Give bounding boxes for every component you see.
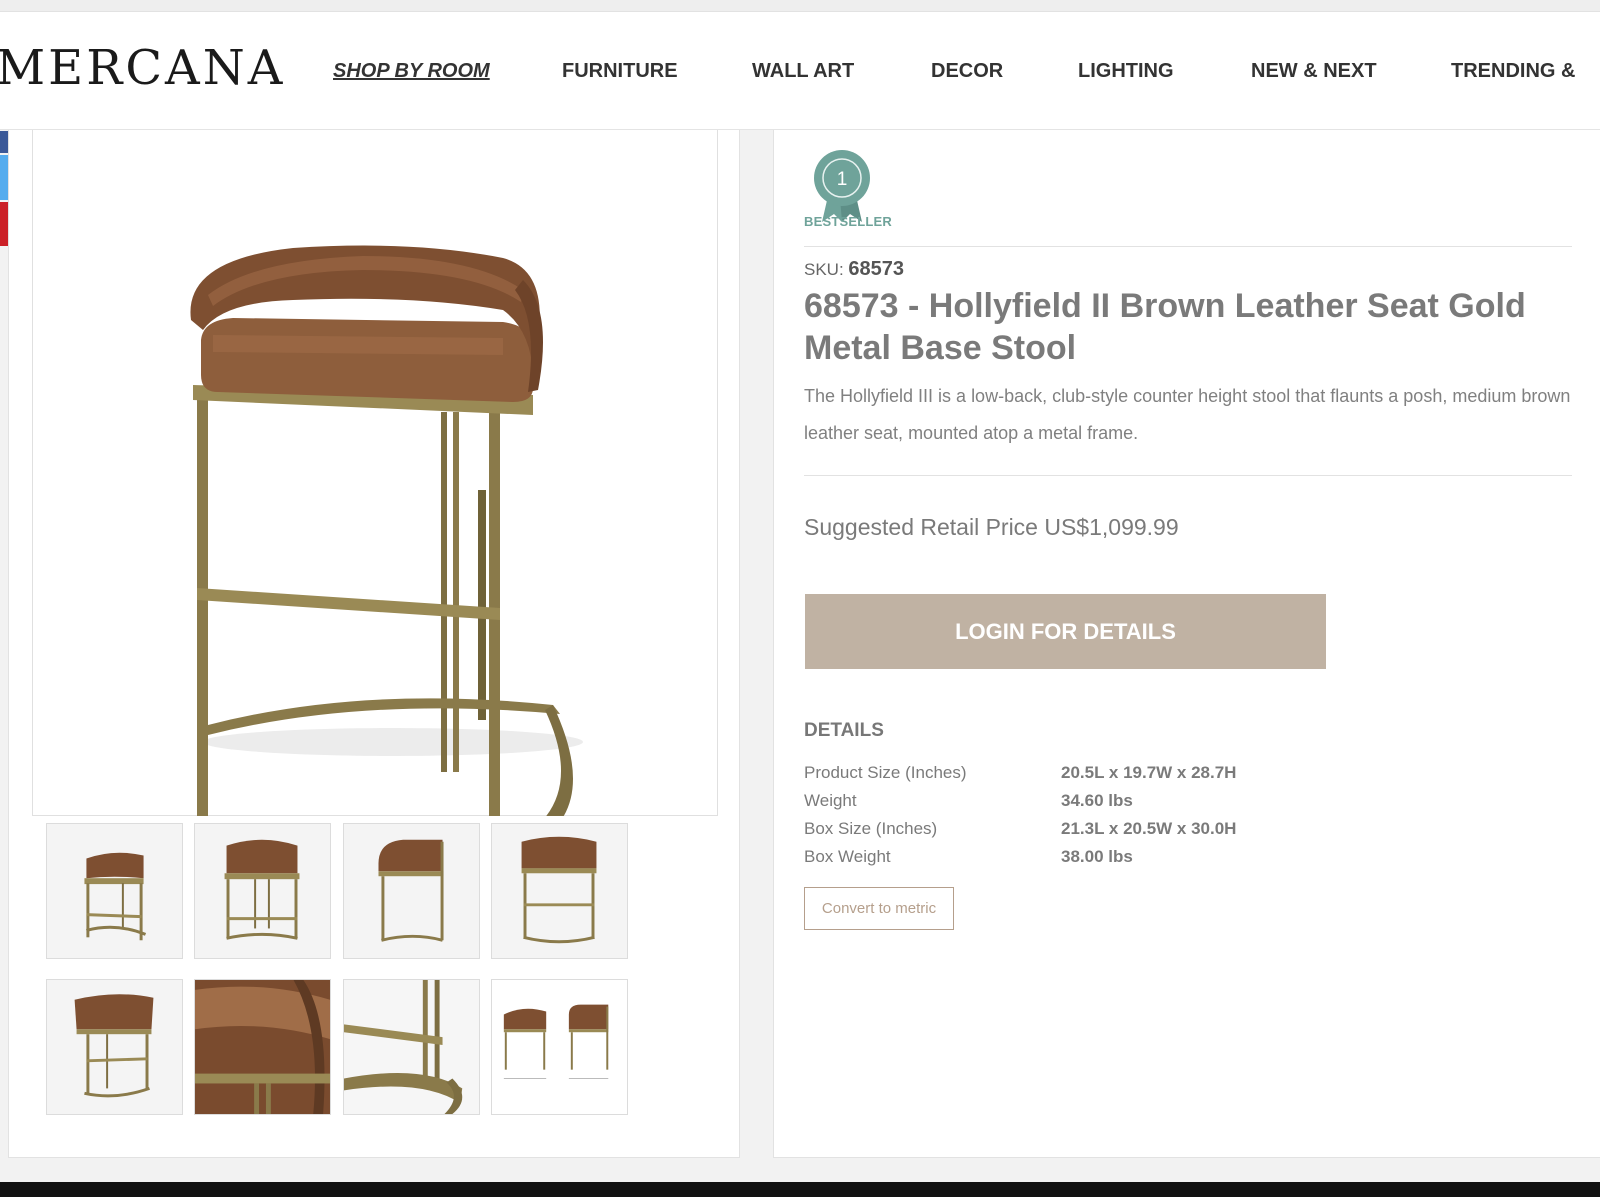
bar-stool-image: [190, 245, 583, 816]
base-closeup: [344, 980, 479, 1114]
spec-label-weight: Weight: [804, 791, 857, 810]
spec-label-product-size: Product Size (Inches): [804, 763, 967, 782]
bestseller-badge-icon: 1: [814, 150, 870, 222]
sku-line: SKU: 68573: [804, 258, 904, 281]
spec-value-box-size: 21.3L x 20.5W x 30.0H: [1061, 819, 1237, 838]
thumbnail-5[interactable]: [46, 979, 183, 1115]
thumbnail-1[interactable]: [46, 823, 183, 959]
thumbnail-2[interactable]: [194, 823, 331, 959]
nav-new-and-next[interactable]: NEW & NEXT: [1251, 60, 1377, 83]
mercana-logo[interactable]: MERCANA: [0, 40, 285, 96]
nav-furniture[interactable]: FURNITURE: [562, 60, 678, 83]
product-title: 68573 - Hollyfield II Brown Leather Seat…: [804, 287, 1526, 367]
spec-value-weight: 34.60 lbs: [1061, 791, 1133, 810]
stool-side-view: [378, 839, 444, 942]
thumbnail-8[interactable]: [491, 979, 628, 1115]
browser-top-strip: [0, 0, 1600, 12]
spec-label-box-weight: Box Weight: [804, 847, 891, 866]
product-gallery: [8, 130, 740, 1158]
thumbnail-6[interactable]: [194, 979, 331, 1115]
product-description: The Hollyfield III is a low-back, club-s…: [804, 386, 1571, 443]
bestseller-label: BESTSELLER: [804, 214, 892, 229]
stool-front-view: [224, 839, 300, 940]
suggested-retail-price: Suggested Retail Price US$1,099.99: [804, 514, 1179, 540]
main-product-image[interactable]: [32, 130, 718, 816]
badge-number: 1: [837, 169, 848, 190]
stool-back-view: [521, 836, 597, 944]
spec-value-product-size: 20.5L x 19.7W x 28.7H: [1061, 763, 1237, 782]
convert-to-metric-button[interactable]: Convert to metric: [804, 887, 954, 930]
nav-shop-by-room[interactable]: SHOP BY ROOM: [333, 60, 490, 83]
thumbnail-4[interactable]: [491, 823, 628, 959]
thumbnail-3[interactable]: [343, 823, 480, 959]
thumbnail-7[interactable]: [343, 979, 480, 1115]
details-heading: DETAILS: [804, 720, 884, 741]
product-info: 1 BESTSELLER SKU: 68573 68573 - Hollyfie…: [773, 130, 1600, 1158]
sku-value: 68573: [848, 258, 905, 280]
seat-closeup: [195, 980, 330, 1114]
divider: [804, 246, 1572, 247]
site-header: MERCANA SHOP BY ROOM FURNITURE WALL ART …: [0, 12, 1600, 130]
sku-label: SKU:: [804, 260, 844, 279]
stool-angle-view: [84, 852, 147, 941]
spec-label-box-size: Box Size (Inches): [804, 819, 938, 838]
screen-bottom-bezel: [0, 1182, 1600, 1197]
login-for-details-button[interactable]: LOGIN FOR DETAILS: [805, 594, 1326, 669]
nav-lighting[interactable]: LIGHTING: [1078, 60, 1174, 83]
stool-rear-angle-view: [74, 994, 154, 1098]
nav-decor[interactable]: DECOR: [931, 60, 1003, 83]
divider: [804, 475, 1572, 476]
dimension-diagram: [503, 1004, 609, 1080]
spec-value-box-weight: 38.00 lbs: [1061, 847, 1133, 866]
nav-trending[interactable]: TRENDING &: [1451, 60, 1575, 83]
nav-wall-art[interactable]: WALL ART: [752, 60, 854, 83]
